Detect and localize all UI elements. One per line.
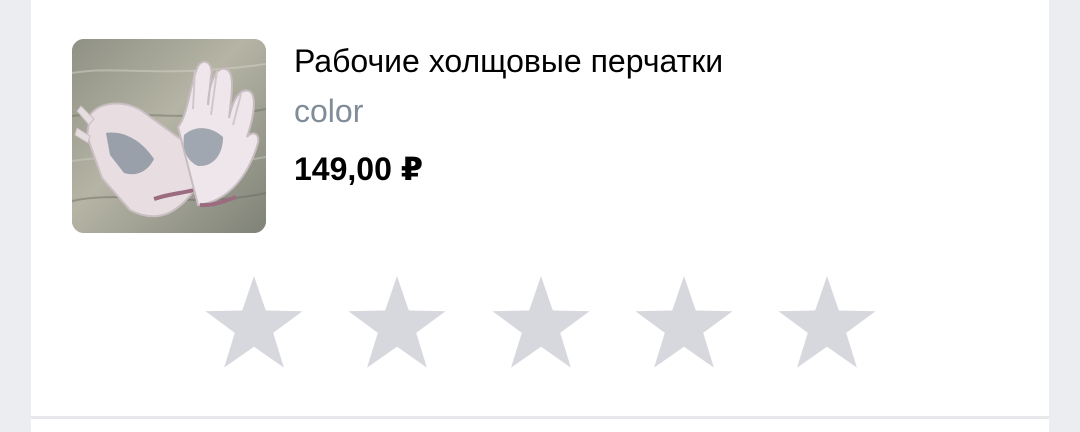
rating-stars: [204, 276, 879, 372]
star-icon: [635, 276, 733, 368]
product-summary: Рабочие холщовые перчатки color 149,00 ₽: [72, 39, 1012, 233]
star-icon: [348, 276, 446, 368]
work-gloves-photo-icon: [72, 39, 266, 233]
product-variant: color: [294, 93, 364, 129]
review-page: Рабочие холщовые перчатки color 149,00 ₽: [0, 0, 1080, 432]
product-image: [72, 39, 266, 233]
rating-star-2[interactable]: [347, 276, 447, 372]
next-card-edge: [31, 419, 1049, 432]
rating-star-4[interactable]: [634, 276, 734, 372]
rating-star-3[interactable]: [491, 276, 591, 372]
star-icon: [205, 276, 303, 368]
star-icon: [492, 276, 590, 368]
rating-star-5[interactable]: [777, 276, 877, 372]
product-price: 149,00 ₽: [294, 151, 424, 187]
star-icon: [778, 276, 876, 368]
product-title[interactable]: Рабочие холщовые перчатки: [294, 41, 723, 81]
rating-star-1[interactable]: [204, 276, 304, 372]
